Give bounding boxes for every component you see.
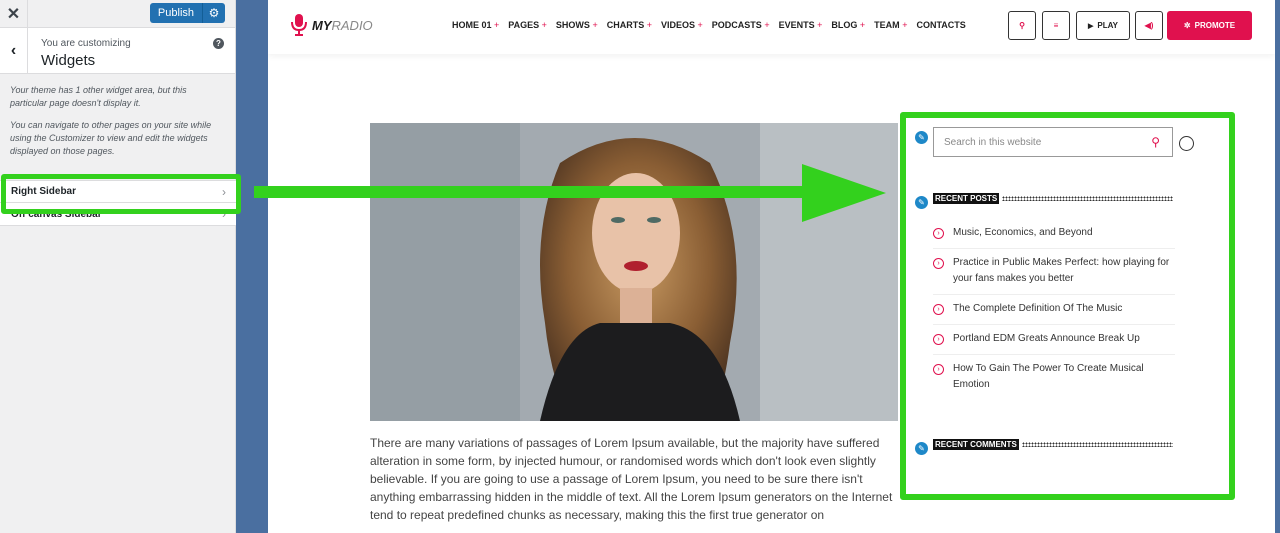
logo-text: MYRADIO <box>312 17 373 33</box>
promote-button[interactable]: ✲ PROMOTE <box>1167 11 1252 40</box>
menu-icon: ≡ <box>1053 21 1059 30</box>
nav-item-blog[interactable]: BLOG + <box>831 20 865 30</box>
post-body-text: There are many variations of passages of… <box>370 436 893 522</box>
site-logo[interactable]: MYRADIO <box>290 13 373 37</box>
play-label: PLAY <box>1097 21 1118 30</box>
notice-paragraph: Your theme has 1 other widget area, but … <box>10 85 187 108</box>
nav-item-contacts[interactable]: CONTACTS <box>916 20 965 30</box>
gear-icon[interactable]: ⚙ <box>203 3 225 23</box>
publish-button[interactable]: Publish <box>149 3 203 23</box>
annotation-arrow-head <box>802 164 886 222</box>
customizing-subtitle: You are customizing <box>41 38 131 49</box>
site-header: MYRADIO HOME 01 + PAGES + SHOWS + CHARTS… <box>268 0 1275 54</box>
main-nav: HOME 01 + PAGES + SHOWS + CHARTS + VIDEO… <box>452 20 975 30</box>
nav-item-shows[interactable]: SHOWS + <box>556 20 598 30</box>
chevron-left-icon[interactable]: ‹ <box>0 28 28 73</box>
search-icon: ⚲ <box>1019 21 1025 30</box>
microphone-icon <box>291 14 307 36</box>
search-button[interactable]: ⚲ <box>1008 11 1036 40</box>
play-icon: ▶ <box>1088 22 1094 30</box>
question-icon[interactable]: ? <box>213 38 224 49</box>
close-icon[interactable]: ✕ <box>0 0 28 27</box>
nav-item-home[interactable]: HOME 01 + <box>452 20 499 30</box>
nav-item-videos[interactable]: VIDEOS + <box>661 20 703 30</box>
volume-icon: ◀) <box>1144 21 1154 30</box>
customizer-header-bar: ✕ Publish ⚙ <box>0 0 235 28</box>
publish-group: Publish ⚙ <box>149 3 225 23</box>
right-sidebar-highlight-box <box>1 174 241 214</box>
sidebar-highlight-box <box>900 112 1235 500</box>
window-edge <box>1275 0 1280 533</box>
customizer-section-header: ‹ You are customizing Widgets ? <box>0 28 235 74</box>
volume-button[interactable]: ◀) <box>1135 11 1163 40</box>
nav-item-pages[interactable]: PAGES + <box>508 20 547 30</box>
notice-paragraph: You can navigate to other pages on your … <box>10 120 212 156</box>
customizing-title: Widgets <box>41 52 96 69</box>
widgets-notice: Your theme has 1 other widget area, but … <box>0 74 235 158</box>
promote-label: PROMOTE <box>1194 21 1236 30</box>
play-button[interactable]: ▶ PLAY <box>1076 11 1130 40</box>
nav-item-team[interactable]: TEAM + <box>874 20 907 30</box>
customizer-panel: ✕ Publish ⚙ ‹ You are customizing Widget… <box>0 0 236 533</box>
menu-button[interactable]: ≡ <box>1042 11 1070 40</box>
asterisk-icon: ✲ <box>1183 21 1191 30</box>
nav-item-charts[interactable]: CHARTS + <box>607 20 652 30</box>
nav-item-events[interactable]: EVENTS + <box>779 20 823 30</box>
annotation-arrow-shaft <box>254 186 814 198</box>
nav-item-podcasts[interactable]: PODCASTS + <box>712 20 770 30</box>
site-preview: MYRADIO HOME 01 + PAGES + SHOWS + CHARTS… <box>268 0 1275 533</box>
